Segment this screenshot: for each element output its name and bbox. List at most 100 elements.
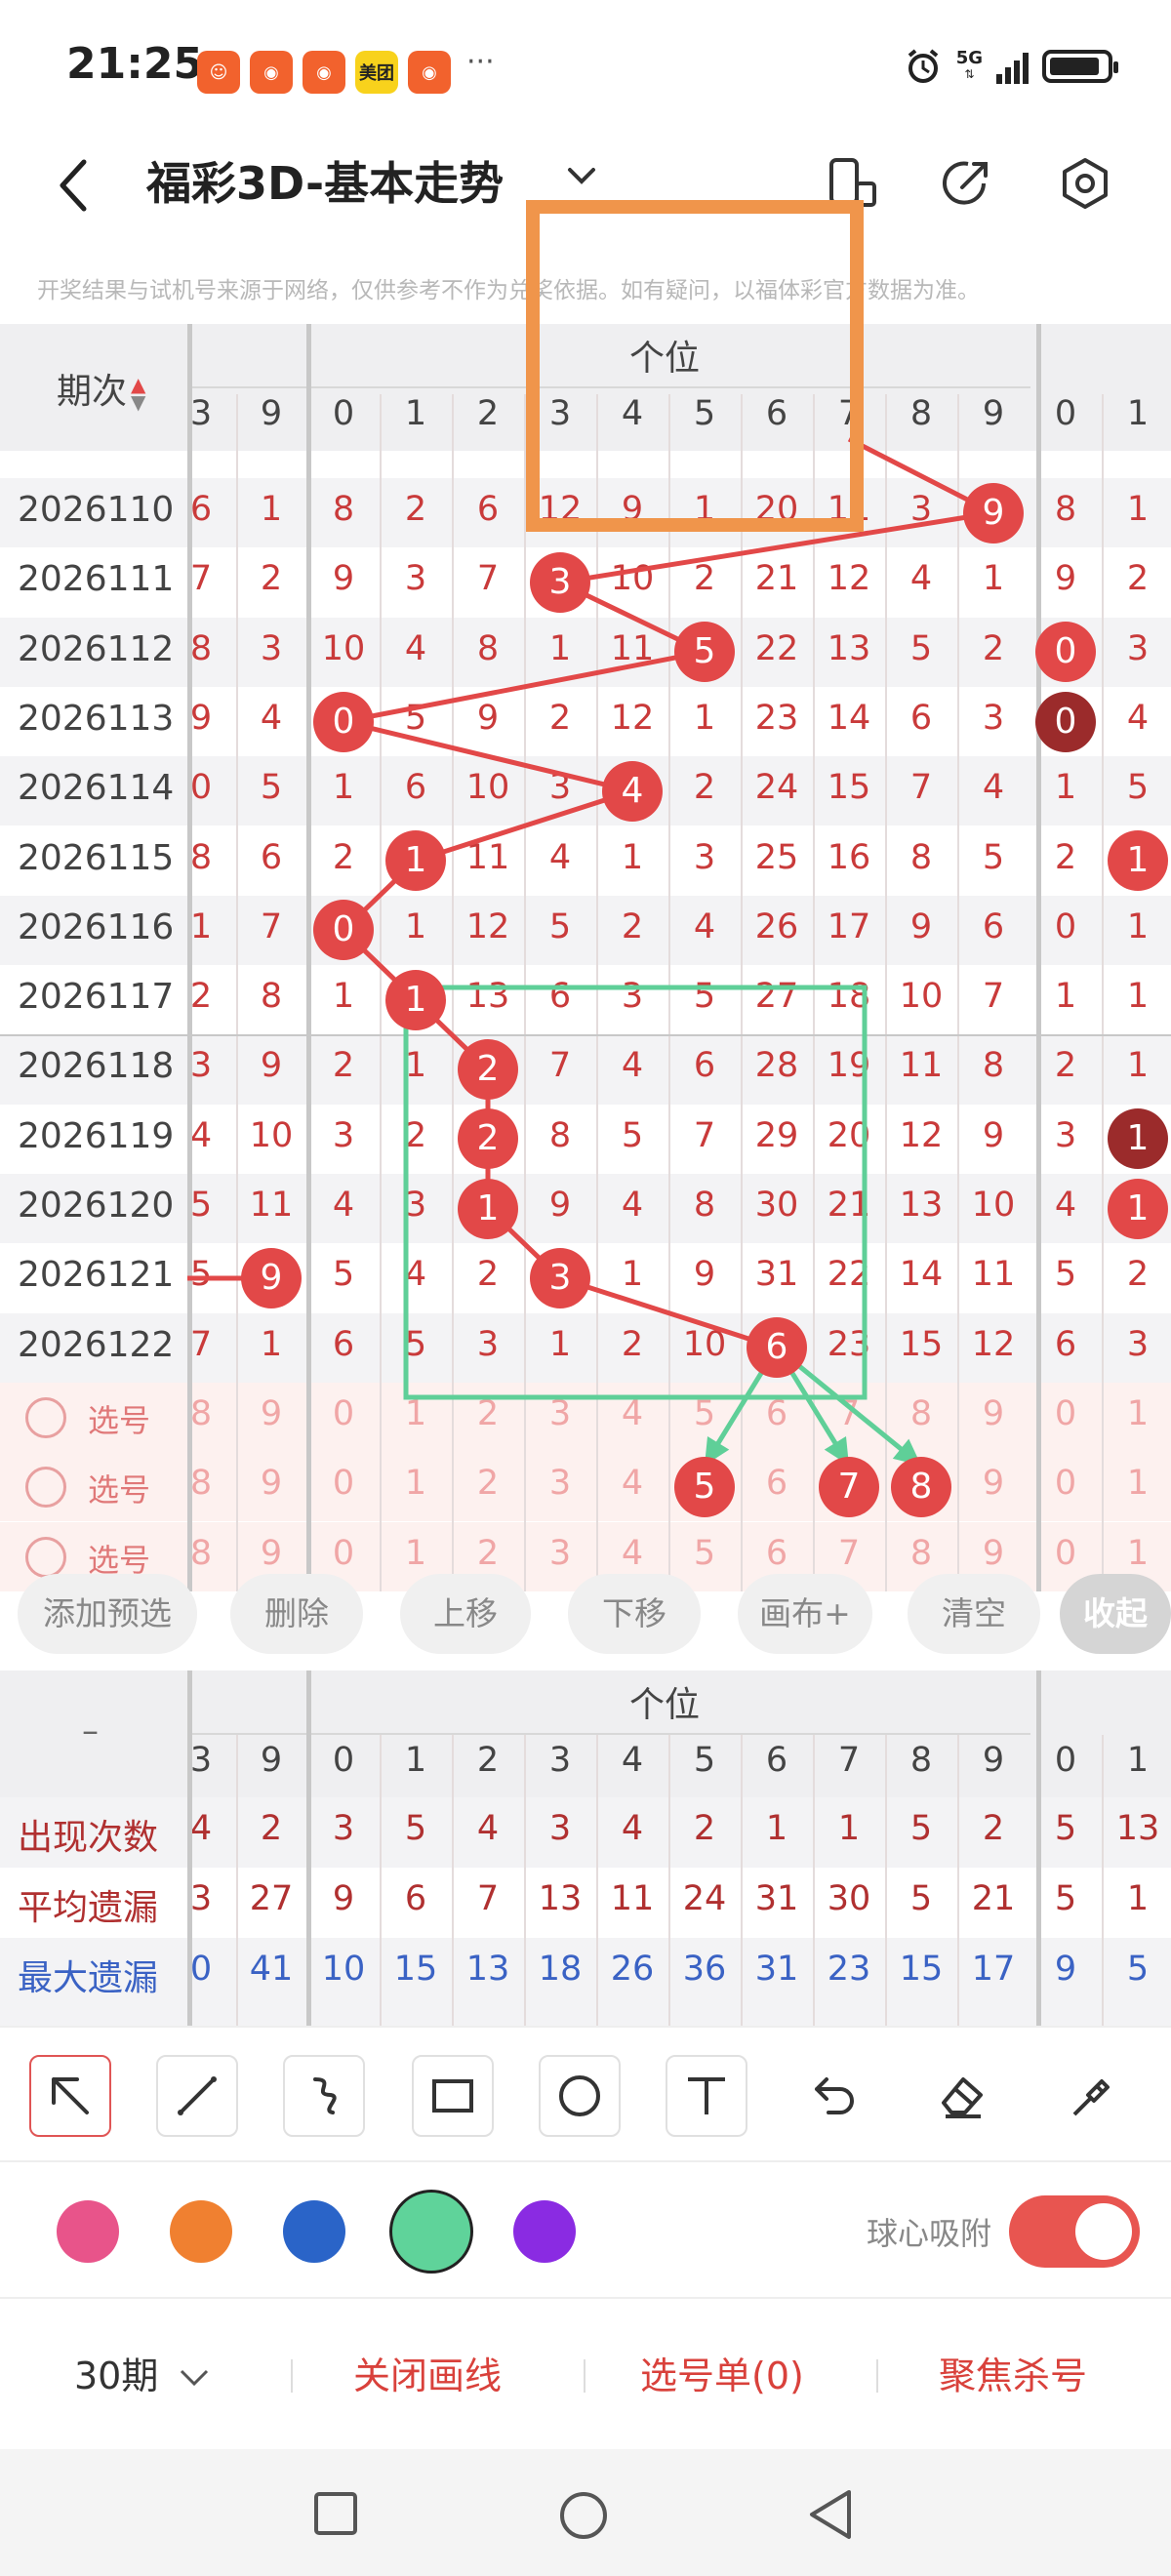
pick-row-label[interactable]: 选号 <box>88 1466 150 1510</box>
number-ball[interactable]: 9 <box>241 1247 302 1308</box>
freehand-tool[interactable] <box>283 2055 365 2137</box>
pick-cell[interactable]: 4 <box>596 1464 668 1503</box>
pick-cell[interactable]: 0 <box>307 1464 380 1503</box>
color-swatch[interactable] <box>513 2200 576 2263</box>
pick-cell[interactable]: 9 <box>957 1464 1030 1503</box>
pick-ball[interactable]: 5 <box>674 1456 735 1517</box>
number-ball[interactable]: 5 <box>674 622 735 683</box>
focus-kill-button[interactable]: 聚焦杀号 <box>939 2342 1087 2410</box>
number-ball[interactable]: 2 <box>458 1108 518 1170</box>
pick-cell[interactable]: 1 <box>380 1394 452 1433</box>
color-swatch[interactable] <box>389 2190 473 2274</box>
number-ball[interactable]: 9 <box>963 482 1024 543</box>
pick-cell[interactable]: 4 <box>596 1534 668 1573</box>
pick-cell[interactable]: 0 <box>307 1394 380 1433</box>
rotate-screen-icon[interactable] <box>822 154 880 213</box>
pick-cell[interactable]: 5 <box>668 1394 741 1433</box>
pick-ball[interactable]: 8 <box>891 1456 951 1517</box>
pick-cell[interactable]: 1 <box>1102 1394 1171 1433</box>
pick-list-button[interactable]: 选号单(0) <box>640 2342 804 2410</box>
number-ball[interactable]: 4 <box>602 760 663 822</box>
pick-radio[interactable] <box>25 1396 66 1438</box>
pick-radio[interactable] <box>25 1536 66 1578</box>
action-button[interactable]: 收起 <box>1060 1574 1171 1654</box>
pick-cell[interactable]: 2 <box>452 1394 524 1433</box>
pick-cell[interactable]: 3 <box>524 1534 596 1573</box>
settings-icon[interactable] <box>1056 154 1114 213</box>
home-icon[interactable] <box>558 2490 609 2541</box>
pick-cell[interactable]: 9 <box>235 1394 307 1433</box>
action-button[interactable]: 上移 <box>400 1574 531 1654</box>
pick-cell[interactable]: 6 <box>741 1464 813 1503</box>
pick-cell[interactable]: 2 <box>452 1464 524 1503</box>
color-swatch[interactable] <box>57 2200 119 2263</box>
back-arrow-icon[interactable] <box>55 156 90 215</box>
rectangle-tool[interactable] <box>412 2055 494 2137</box>
action-button[interactable]: 删除 <box>230 1574 363 1654</box>
pick-cell[interactable]: 9 <box>235 1464 307 1503</box>
stats-corner: – <box>82 1711 99 1751</box>
period-select[interactable]: 30期 <box>74 2342 211 2410</box>
pick-cell[interactable]: 8 <box>885 1394 957 1433</box>
pick-radio[interactable] <box>25 1467 66 1509</box>
action-button[interactable]: 画布+ <box>738 1574 872 1654</box>
pick-cell[interactable]: 8 <box>165 1394 237 1433</box>
text-tool[interactable] <box>666 2055 747 2137</box>
close-lines-button[interactable]: 关闭画线 <box>353 2342 502 2410</box>
undo-tool[interactable] <box>792 2055 874 2137</box>
pointer-tool[interactable] <box>29 2055 111 2137</box>
line-tool[interactable] <box>156 2055 238 2137</box>
pick-cell[interactable]: 3 <box>524 1394 596 1433</box>
number-ball[interactable]: 0 <box>1035 622 1096 683</box>
number-ball[interactable]: 0 <box>313 900 374 961</box>
eraser-tool[interactable] <box>921 2055 1003 2137</box>
action-button[interactable]: 清空 <box>908 1574 1040 1654</box>
number-ball[interactable]: 1 <box>385 969 446 1030</box>
circle-tool[interactable] <box>539 2055 621 2137</box>
pick-ball[interactable]: 7 <box>819 1456 879 1517</box>
number-ball[interactable]: 0 <box>1035 691 1096 752</box>
pick-cell[interactable]: 9 <box>957 1534 1030 1573</box>
brush-tool[interactable] <box>1050 2055 1132 2137</box>
color-swatch[interactable] <box>170 2200 232 2263</box>
pick-cell[interactable]: 1 <box>380 1464 452 1503</box>
pick-cell[interactable]: 1 <box>380 1534 452 1573</box>
number-ball[interactable]: 6 <box>747 1317 807 1379</box>
pick-row-label[interactable]: 选号 <box>88 1396 150 1441</box>
pick-cell[interactable]: 8 <box>165 1464 237 1503</box>
pick-cell[interactable]: 7 <box>813 1394 885 1433</box>
pick-cell[interactable]: 9 <box>235 1534 307 1573</box>
pick-cell[interactable]: 7 <box>813 1534 885 1573</box>
number-ball[interactable]: 2 <box>458 1039 518 1101</box>
page-title[interactable]: 福彩3D-基本走势 <box>146 148 504 213</box>
pick-cell[interactable]: 4 <box>596 1394 668 1433</box>
pick-cell[interactable]: 6 <box>741 1534 813 1573</box>
snap-toggle[interactable] <box>1009 2195 1140 2268</box>
number-ball[interactable]: 1 <box>1108 1108 1168 1170</box>
number-ball[interactable]: 1 <box>1108 830 1168 892</box>
chevron-down-icon[interactable] <box>566 166 597 185</box>
number-ball[interactable]: 1 <box>385 830 446 892</box>
color-swatch[interactable] <box>283 2200 345 2263</box>
pick-cell[interactable]: 1 <box>1102 1464 1171 1503</box>
action-button[interactable]: 添加预选 <box>18 1574 197 1654</box>
pick-cell[interactable]: 8 <box>165 1534 237 1573</box>
pick-cell[interactable]: 0 <box>307 1534 380 1573</box>
number-ball[interactable]: 0 <box>313 691 374 752</box>
action-button[interactable]: 下移 <box>568 1574 701 1654</box>
pick-cell[interactable]: 1 <box>1102 1534 1171 1573</box>
number-ball[interactable]: 3 <box>530 1247 590 1308</box>
back-icon[interactable] <box>806 2488 855 2541</box>
pick-cell[interactable]: 2 <box>452 1534 524 1573</box>
share-icon[interactable] <box>937 154 995 213</box>
pick-cell[interactable]: 6 <box>741 1394 813 1433</box>
pick-cell[interactable]: 9 <box>957 1394 1030 1433</box>
number-ball[interactable]: 1 <box>458 1178 518 1239</box>
recent-apps-icon[interactable] <box>312 2490 359 2537</box>
number-ball[interactable]: 3 <box>530 551 590 613</box>
pick-cell[interactable]: 3 <box>524 1464 596 1503</box>
number-ball[interactable]: 1 <box>1108 1178 1168 1239</box>
period-header[interactable]: 期次 ▲ ▼ <box>57 363 145 414</box>
pick-cell[interactable]: 5 <box>668 1534 741 1573</box>
pick-cell[interactable]: 8 <box>885 1534 957 1573</box>
